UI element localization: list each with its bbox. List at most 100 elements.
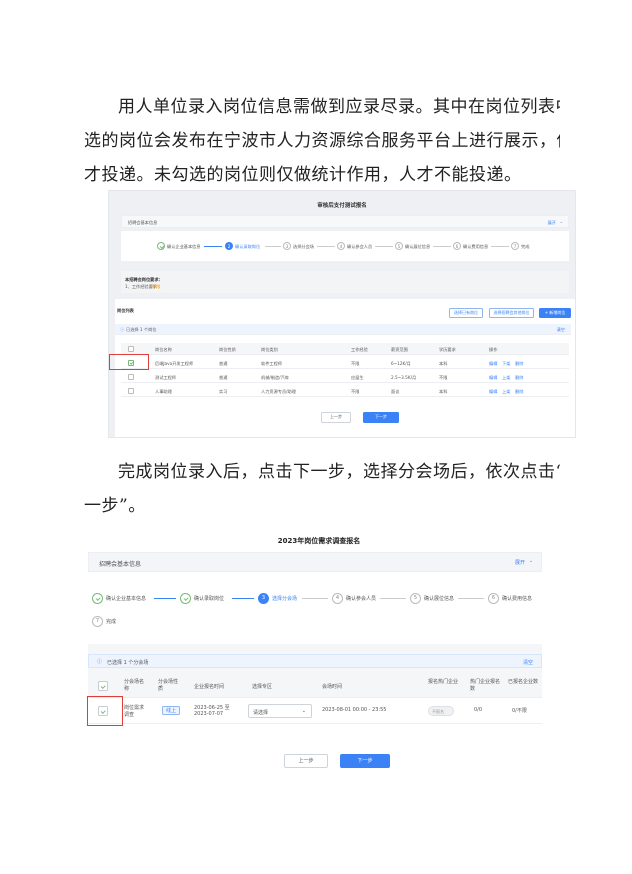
selection-info: 已选择 1 个分会场 bbox=[107, 659, 149, 666]
highlight-box bbox=[87, 696, 123, 726]
select-existing-job-button[interactable]: 选择已有岗位 bbox=[449, 308, 483, 318]
selection-info: 已选择 1 个岗位 bbox=[126, 327, 157, 332]
job-nature: 普通 bbox=[219, 375, 228, 380]
job-salary: 2.5~3.5K/月 bbox=[391, 375, 417, 380]
list-link[interactable]: 上架 bbox=[502, 389, 510, 395]
paragraph-line: 一步”。 bbox=[84, 496, 146, 516]
job-list-screenshot: 审核后支付测试报名 招聘会基本信息 展开 ⌄ 确认企业基本信息 2 确认录取岗位… bbox=[108, 190, 576, 438]
job-experience: 不限 bbox=[351, 389, 360, 394]
edit-link[interactable]: 编辑 bbox=[489, 389, 497, 395]
job-category: 人力资源专员/助理 bbox=[261, 389, 296, 394]
select-all-checkbox[interactable] bbox=[128, 346, 134, 352]
select-other-job-button[interactable]: 选择招聘会其他岗位 bbox=[489, 308, 534, 318]
step-number: 4 bbox=[337, 242, 345, 250]
expand-link[interactable]: 展开 bbox=[515, 559, 525, 566]
edit-link[interactable]: 编辑 bbox=[489, 361, 497, 367]
column-header: 工作经验 bbox=[351, 347, 368, 352]
step-number: 2 bbox=[225, 242, 233, 250]
section-header-label: 招聘会基本信息 bbox=[99, 561, 142, 568]
delete-link[interactable]: 删除 bbox=[515, 375, 523, 381]
column-header: 报名热门企业 bbox=[428, 679, 459, 685]
table-header-row: 岗位名称 岗位性质 岗位类别 工作经验 薪资范围 学历要求 操作 bbox=[121, 343, 569, 355]
column-header: 学历要求 bbox=[439, 347, 456, 352]
delete-link[interactable]: 删除 bbox=[515, 361, 523, 367]
column-header: 企业报名时间 bbox=[194, 684, 225, 690]
selection-info-bar: ⓘ 已选择 1 个分会场 清空 bbox=[88, 654, 542, 668]
job-name: 人事助理 bbox=[155, 389, 172, 394]
column-header: 分会场名称 bbox=[124, 679, 145, 692]
info-icon: ⓘ bbox=[120, 327, 125, 332]
venue-time: 2023-08-01 00:00 - 23:55 bbox=[322, 707, 387, 713]
job-nature: 实习 bbox=[219, 389, 228, 394]
step-label: 确认录取岗位 bbox=[194, 596, 225, 602]
delete-link[interactable]: 删除 bbox=[515, 389, 523, 395]
zone-select[interactable]: 请选择 ⌄ bbox=[248, 704, 312, 718]
step-bar: 确认企业基本信息 2 确认录取岗位 3 选择分会场 4 确认参会人员 5 确认展… bbox=[121, 231, 569, 261]
table-row[interactable]: 后端Java开发工程师 普通 软件工程师 不限 6~12K/月 本科 编辑 下架… bbox=[121, 357, 569, 369]
column-header: 岗位性质 bbox=[219, 347, 236, 352]
table-row[interactable]: 测试工程师 普通 机械/制造/汽车 应届生 2.5~3.5K/月 不限 编辑 上… bbox=[121, 371, 569, 383]
step-label: 确认参会人员 bbox=[346, 596, 377, 602]
step-label: 确认费用信息 bbox=[463, 244, 489, 249]
add-job-button[interactable]: + 新增岗位 bbox=[539, 308, 571, 318]
step-number: 7 bbox=[92, 616, 103, 627]
selection-info-bar: ⓘ 已选择 1 个岗位 清空 bbox=[115, 324, 571, 335]
step-number: 5 bbox=[395, 242, 403, 250]
zone-select-placeholder: 请选择 bbox=[253, 709, 269, 716]
step-number: 3 bbox=[258, 593, 269, 604]
next-step-button[interactable]: 下一步 bbox=[363, 412, 399, 423]
step-done-icon bbox=[92, 593, 103, 604]
edit-link[interactable]: 编辑 bbox=[489, 375, 497, 381]
expand-link[interactable]: 展开 bbox=[548, 220, 556, 226]
step-label: 确认企业基本信息 bbox=[167, 244, 201, 249]
unlist-link[interactable]: 下架 bbox=[502, 361, 510, 367]
notice-highlight: 不限 bbox=[152, 284, 161, 289]
venue-name: 岗位需求调查 bbox=[124, 705, 145, 718]
prev-step-button[interactable]: 上一步 bbox=[284, 754, 328, 768]
row-checkbox[interactable] bbox=[128, 374, 134, 380]
column-header: 薪资范围 bbox=[391, 347, 408, 352]
info-icon: ⓘ bbox=[97, 659, 103, 665]
hot-company-count: 0/0 bbox=[474, 707, 483, 713]
step-number: 6 bbox=[453, 242, 461, 250]
column-header: 操作 bbox=[489, 347, 498, 352]
section-header[interactable]: 招聘会基本信息 展开 ⌄ bbox=[88, 552, 542, 572]
column-header: 会场时间 bbox=[322, 684, 343, 690]
chevron-down-icon: ⌄ bbox=[559, 219, 563, 224]
registration-time: 2023-06-25 至 2023-07-07 bbox=[194, 705, 230, 717]
hot-toggle-label: 不报名 bbox=[432, 709, 444, 714]
clear-link[interactable]: 清空 bbox=[523, 659, 533, 666]
step-label: 完成 bbox=[521, 244, 530, 249]
job-salary: 6~12K/月 bbox=[391, 361, 411, 366]
venue-nature-tag: 线上 bbox=[162, 706, 181, 715]
screenshot-title: 审核后支付测试报名 bbox=[317, 203, 367, 209]
instruction-paragraph: 完成岗位录入后，点击下一步，选择分会场后，依次点击“下 一步”。 bbox=[84, 455, 560, 523]
step-label: 确认费用信息 bbox=[502, 596, 533, 602]
row-checkbox[interactable] bbox=[128, 388, 134, 394]
paragraph-line: 用人单位录入岗位信息需做到应录尽录。其中在岗位列表中勾 bbox=[118, 97, 560, 117]
job-salary: 面议 bbox=[391, 389, 400, 394]
clear-link[interactable]: 清空 bbox=[557, 327, 565, 333]
table-row[interactable]: 人事助理 实习 人力资源专员/助理 不限 面议 本科 编辑 上架 删除 bbox=[121, 385, 569, 397]
step-label: 选择分会场 bbox=[293, 244, 314, 249]
select-all-checkbox[interactable] bbox=[98, 681, 108, 691]
notice-title: 本招聘会岗位要求： bbox=[125, 277, 163, 282]
section-header[interactable]: 招聘会基本信息 展开 ⌄ bbox=[121, 215, 569, 228]
column-header: 已报名企业数 bbox=[508, 679, 539, 685]
job-education: 本科 bbox=[439, 361, 448, 366]
hot-company-toggle[interactable]: 不报名 bbox=[428, 706, 454, 716]
list-link[interactable]: 上架 bbox=[502, 375, 510, 381]
step-label: 确认参会人员 bbox=[347, 244, 373, 249]
intro-paragraph: 用人单位录入岗位信息需做到应录尽录。其中在岗位列表中勾 选的岗位会发布在宁波市人… bbox=[84, 90, 560, 192]
column-header: 热门企业报名数 bbox=[470, 679, 501, 692]
job-requirement-notice: 本招聘会岗位要求： 1、工作经验要求 不限 bbox=[121, 271, 569, 293]
column-header: 岗位名称 bbox=[155, 347, 172, 352]
next-step-button[interactable]: 下一步 bbox=[340, 754, 390, 768]
step-done-icon bbox=[180, 593, 191, 604]
step-label: 确认企业基本信息 bbox=[106, 596, 147, 602]
step-number: 6 bbox=[488, 593, 499, 604]
prev-step-button[interactable]: 上一步 bbox=[321, 412, 351, 423]
step-number: 5 bbox=[410, 593, 421, 604]
step-number: 3 bbox=[283, 242, 291, 250]
table-row[interactable]: 岗位需求调查 线上 2023-06-25 至 2023-07-07 请选择 ⌄ … bbox=[88, 698, 542, 724]
